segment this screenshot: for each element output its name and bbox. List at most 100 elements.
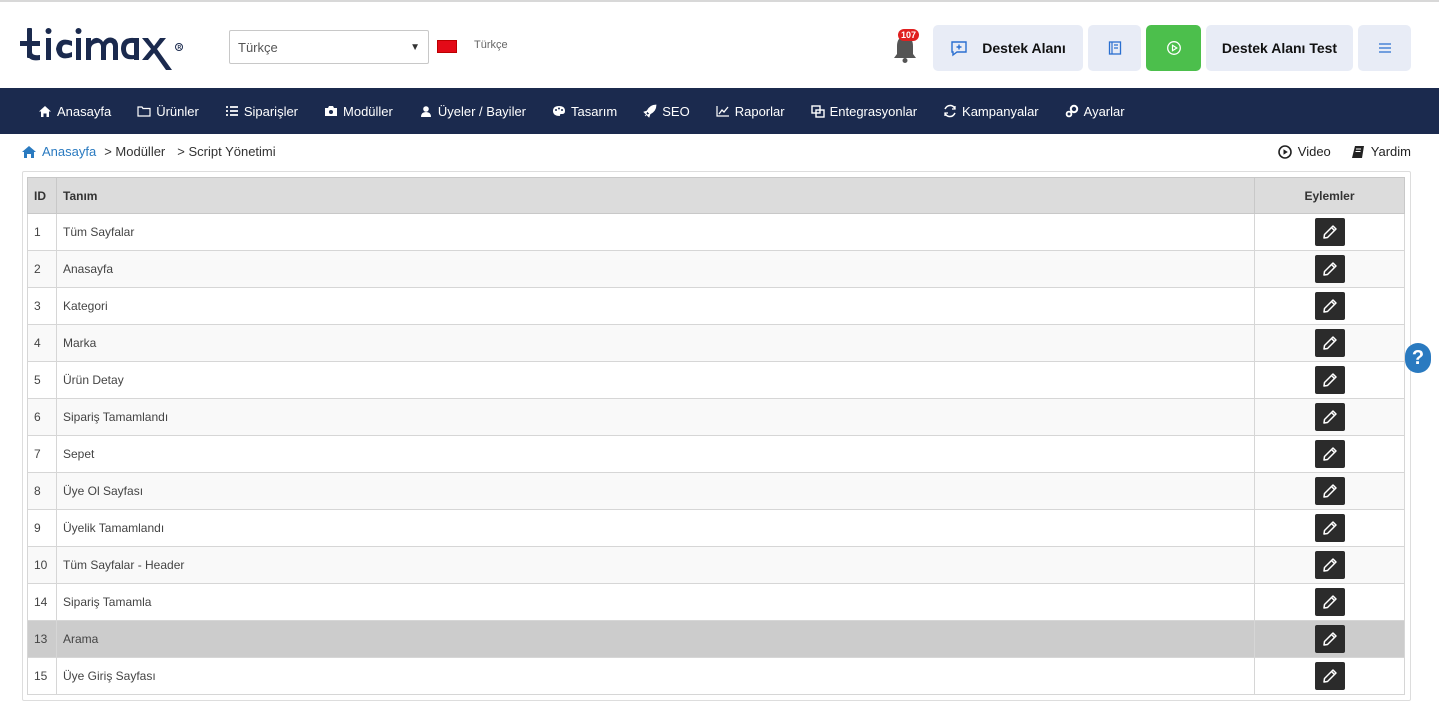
cell-id: 8 bbox=[27, 472, 57, 510]
top-header: R Türkçe ▼ Türkçe 107 Destek Alanı Deste… bbox=[0, 0, 1439, 88]
pencil-icon bbox=[1322, 373, 1337, 387]
table-row[interactable]: 2 Anasayfa bbox=[27, 250, 1405, 288]
cell-id: 7 bbox=[27, 435, 57, 473]
edit-button[interactable] bbox=[1314, 514, 1345, 542]
edit-button[interactable] bbox=[1314, 218, 1345, 246]
table-row[interactable]: 13 Arama bbox=[27, 620, 1405, 658]
chevron-down-icon: ▼ bbox=[410, 41, 420, 53]
cell-actions bbox=[1254, 620, 1405, 658]
table-row[interactable]: 4 Marka bbox=[27, 324, 1405, 362]
video-play-button[interactable] bbox=[1146, 25, 1201, 71]
column-header-id[interactable]: ID bbox=[27, 177, 57, 214]
edit-button[interactable] bbox=[1314, 329, 1345, 357]
table-row[interactable]: 5 Ürün Detay bbox=[27, 361, 1405, 399]
support-button[interactable]: Destek Alanı bbox=[933, 25, 1083, 71]
language-label: Türkçe bbox=[474, 39, 508, 51]
script-table: ID Tanım Eylemler 1 Tüm Sayfalar 2 Anasayfa… bbox=[27, 177, 1405, 695]
refresh-icon bbox=[943, 104, 957, 118]
store-button[interactable]: Destek Alanı Test bbox=[1206, 25, 1353, 71]
nav-item-label: Raporlar bbox=[734, 103, 785, 119]
language-select[interactable]: Türkçe ▼ bbox=[229, 30, 429, 64]
breadcrumb-item-moduller[interactable]: > Modüller bbox=[104, 144, 165, 159]
pencil-icon bbox=[1322, 225, 1337, 239]
table-row[interactable]: 10 Tüm Sayfalar - Header bbox=[27, 546, 1405, 584]
edit-button[interactable] bbox=[1314, 662, 1345, 690]
nav-item-label: SEO bbox=[662, 103, 690, 119]
pencil-icon bbox=[1322, 632, 1337, 646]
edit-button[interactable] bbox=[1314, 255, 1345, 283]
edit-button[interactable] bbox=[1314, 366, 1345, 394]
cell-name: Marka bbox=[56, 324, 1255, 362]
nav-item-seo[interactable]: SEO bbox=[643, 103, 690, 119]
nav-item-uyeler-bayiler[interactable]: Üyeler / Bayiler bbox=[419, 104, 526, 119]
table-row[interactable]: 9 Üyelik Tamamlandı bbox=[27, 509, 1405, 547]
cell-name: Üye Giriş Sayfası bbox=[56, 657, 1255, 695]
table-body: 1 Tüm Sayfalar 2 Anasayfa 3 Kategori 4 Marka 5 Ür… bbox=[27, 213, 1405, 695]
cell-name: Üye Ol Sayfası bbox=[56, 472, 1255, 510]
edit-button[interactable] bbox=[1314, 551, 1345, 579]
table-row[interactable]: 14 Sipariş Tamamla bbox=[27, 583, 1405, 621]
nav-item-label: Anasayfa bbox=[57, 103, 112, 119]
nav-item-anasayfa[interactable]: Anasayfa bbox=[38, 104, 111, 119]
book-button[interactable] bbox=[1088, 25, 1141, 71]
column-header-actions: Eylemler bbox=[1254, 177, 1405, 214]
nav-item-label: Entegrasyonlar bbox=[829, 103, 918, 119]
hamburger-menu-icon bbox=[1378, 43, 1391, 53]
help-link[interactable]: Yardim bbox=[1351, 144, 1411, 159]
help-bubble-button[interactable]: ? bbox=[1405, 343, 1431, 373]
breadcrumb-item-script-yonetimi: > Script Yönetimi bbox=[177, 144, 276, 159]
edit-button[interactable] bbox=[1314, 292, 1345, 320]
nav-item-ayarlar[interactable]: Ayarlar bbox=[1065, 104, 1125, 119]
nav-item-tasarim[interactable]: Tasarım bbox=[552, 104, 617, 119]
rocket-icon bbox=[643, 104, 657, 118]
nav-item-moduller[interactable]: Modüller bbox=[324, 104, 393, 119]
nav-item-label: Üyeler / Bayiler bbox=[437, 103, 527, 119]
edit-button[interactable] bbox=[1314, 477, 1345, 505]
nav-item-siparisler[interactable]: Siparişler bbox=[225, 104, 298, 119]
pencil-icon bbox=[1322, 447, 1337, 461]
cell-actions bbox=[1254, 250, 1405, 288]
play-circle-icon bbox=[1277, 144, 1292, 159]
cell-name: Sipariş Tamamla bbox=[56, 583, 1255, 621]
cell-actions bbox=[1254, 398, 1405, 436]
table-row[interactable]: 8 Üye Ol Sayfası bbox=[27, 472, 1405, 510]
language-select-value: Türkçe bbox=[238, 39, 278, 55]
breadcrumb-home-link[interactable]: Anasayfa bbox=[21, 144, 96, 159]
support-button-label: Destek Alanı bbox=[982, 40, 1066, 56]
cell-id: 14 bbox=[27, 583, 57, 621]
pencil-icon bbox=[1322, 484, 1337, 498]
home-icon bbox=[22, 145, 36, 158]
table-row[interactable]: 6 Sipariş Tamamlandı bbox=[27, 398, 1405, 436]
column-header-name[interactable]: Tanım bbox=[56, 177, 1255, 214]
store-button-label: Destek Alanı Test bbox=[1221, 40, 1338, 56]
breadcrumb-home-label: Anasayfa bbox=[42, 144, 97, 159]
page-help-links: Video Yardim bbox=[1258, 144, 1411, 159]
turkey-flag-icon bbox=[437, 40, 457, 53]
table-row[interactable]: 1 Tüm Sayfalar bbox=[27, 213, 1405, 251]
cell-actions bbox=[1254, 361, 1405, 399]
folder-icon bbox=[137, 104, 151, 118]
table-row[interactable]: 7 Sepet bbox=[27, 435, 1405, 473]
nav-item-kampanyalar[interactable]: Kampanyalar bbox=[943, 104, 1039, 119]
edit-button[interactable] bbox=[1314, 625, 1345, 653]
video-link[interactable]: Video bbox=[1277, 144, 1331, 159]
cell-actions bbox=[1254, 435, 1405, 473]
menu-button[interactable] bbox=[1358, 25, 1411, 71]
video-link-label: Video bbox=[1297, 144, 1331, 159]
breadcrumb: Anasayfa > Modüller > Script Yönetimi bbox=[21, 144, 280, 159]
cell-id: 1 bbox=[27, 213, 57, 251]
nav-item-raporlar[interactable]: Raporlar bbox=[716, 104, 785, 119]
ticimax-logo[interactable]: R bbox=[20, 24, 202, 72]
table-row[interactable]: 3 Kategori bbox=[27, 287, 1405, 325]
edit-button[interactable] bbox=[1314, 588, 1345, 616]
pencil-icon bbox=[1322, 595, 1337, 609]
edit-button[interactable] bbox=[1314, 403, 1345, 431]
nav-item-urunler[interactable]: Ürünler bbox=[137, 104, 199, 119]
nav-item-entegrasyonlar[interactable]: Entegrasyonlar bbox=[810, 103, 918, 119]
pencil-icon bbox=[1322, 299, 1337, 313]
main-navigation: Anasayfa Ürünler Siparişler Modüller Üye… bbox=[0, 88, 1439, 134]
table-row[interactable]: 15 Üye Giriş Sayfası bbox=[27, 657, 1405, 695]
cell-id: 9 bbox=[27, 509, 57, 547]
edit-button[interactable] bbox=[1314, 440, 1345, 468]
cell-name: Tüm Sayfalar - Header bbox=[56, 546, 1255, 584]
